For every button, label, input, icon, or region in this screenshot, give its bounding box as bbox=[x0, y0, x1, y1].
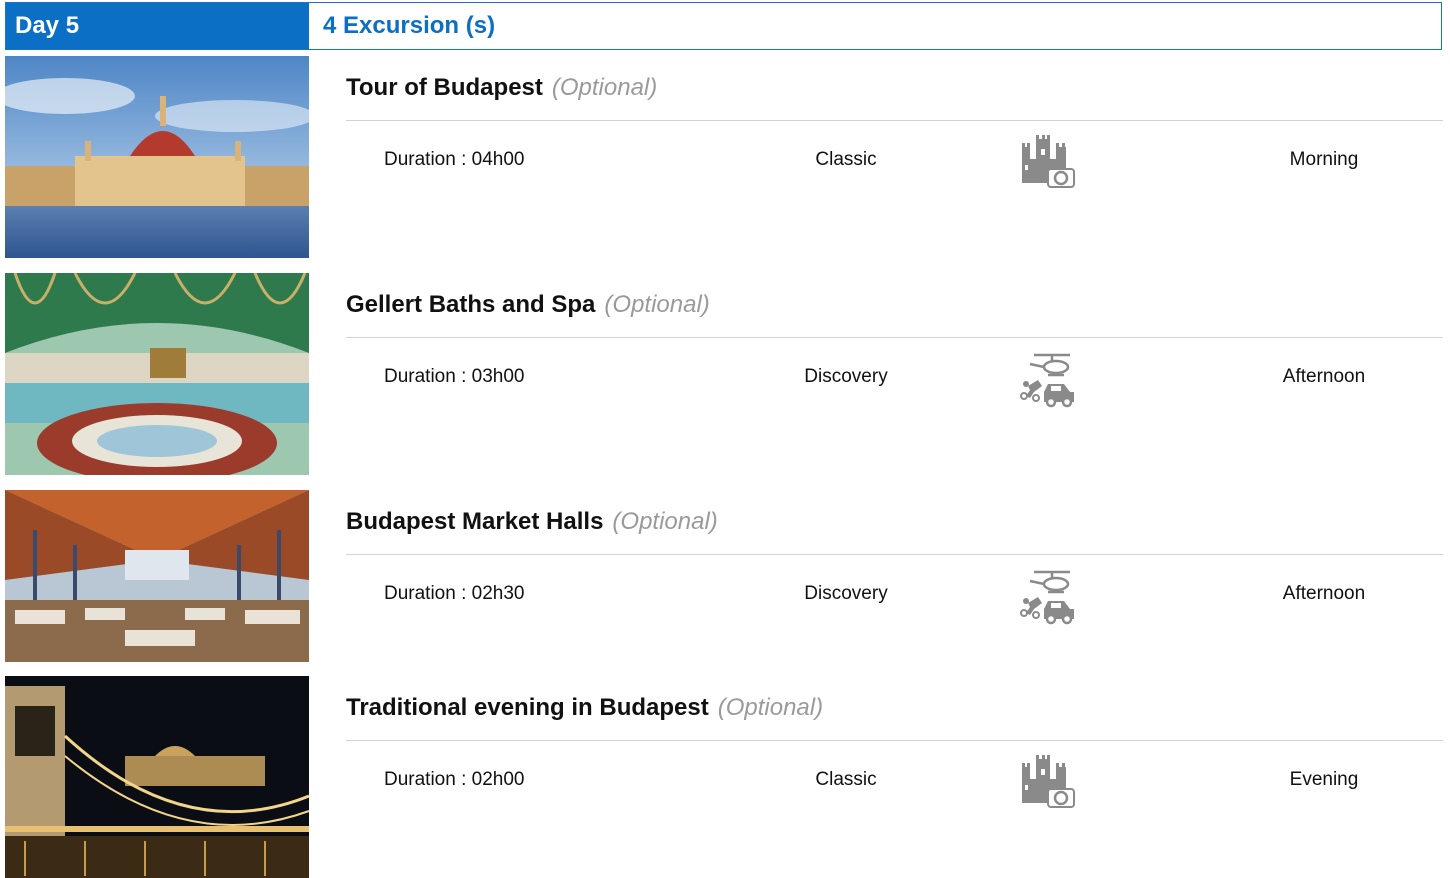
optional-label: (Optional) bbox=[604, 291, 710, 318]
excursion-period: Afternoon bbox=[1282, 583, 1366, 604]
day-header: Day 5 4 Excursion (s) bbox=[5, 2, 1442, 50]
excursion-duration: Duration : 04h00 bbox=[384, 149, 525, 170]
castle-camera-icon bbox=[1022, 135, 1075, 188]
excursion-duration: Duration : 02h00 bbox=[384, 769, 525, 790]
optional-label: (Optional) bbox=[717, 694, 824, 721]
excursion-category: Discovery bbox=[804, 583, 888, 604]
castle-camera-icon bbox=[1022, 755, 1075, 808]
optional-label: (Optional) bbox=[551, 74, 658, 101]
excursion-title[interactable]: Tour of Budapest bbox=[346, 74, 543, 102]
helicopter-car-icon bbox=[1020, 570, 1074, 625]
excursion-period: Morning bbox=[1289, 149, 1359, 170]
excursion-photo-parliament[interactable] bbox=[5, 56, 309, 258]
day-label: Day 5 bbox=[6, 3, 309, 49]
excursion-title[interactable]: Budapest Market Halls bbox=[346, 508, 603, 536]
excursion-photo-market-hall[interactable] bbox=[5, 490, 309, 662]
excursion-period: Afternoon bbox=[1282, 366, 1366, 387]
excursion-title[interactable]: Traditional evening in Budapest bbox=[346, 694, 709, 722]
helicopter-car-icon bbox=[1020, 353, 1074, 408]
excursion-photo-baths[interactable] bbox=[5, 273, 309, 475]
excursion-count: 4 Excursion (s) bbox=[323, 12, 496, 39]
excursion-category: Classic bbox=[815, 149, 877, 170]
excursion-duration: Duration : 02h30 bbox=[384, 583, 525, 604]
excursion-period: Evening bbox=[1289, 769, 1359, 790]
excursion-duration: Duration : 03h00 bbox=[384, 366, 525, 387]
excursion-category: Classic bbox=[815, 769, 877, 790]
optional-label: (Optional) bbox=[612, 508, 718, 535]
excursion-photo-chain-bridge[interactable] bbox=[5, 676, 309, 878]
excursion-title[interactable]: Gellert Baths and Spa bbox=[346, 291, 595, 319]
excursion-category: Discovery bbox=[804, 366, 888, 387]
